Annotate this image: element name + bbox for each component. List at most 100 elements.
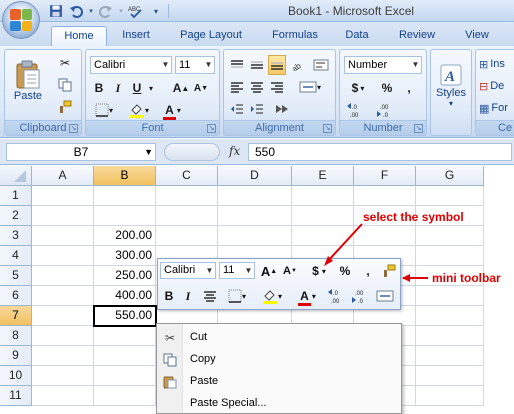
cell-b10[interactable] [94,366,156,386]
cell-e3[interactable] [292,226,354,246]
underline-dropdown-icon[interactable]: ▾ [146,78,156,98]
mini-grow-font-button[interactable]: A ▲ [260,262,278,280]
delete-cells-button[interactable]: ⊟ De [478,76,514,96]
row-header-1[interactable]: 1 [0,186,32,206]
cell-b9[interactable] [94,346,156,366]
cell-f3[interactable] [354,226,416,246]
undo-dropdown-icon[interactable]: ▾ [88,3,94,19]
cell-g9[interactable] [416,346,484,366]
decrease-indent-icon[interactable] [228,99,246,119]
tab-home[interactable]: Home [51,26,107,46]
cell-a2[interactable] [32,206,94,226]
cell-a9[interactable] [32,346,94,366]
align-right-icon[interactable] [268,77,286,97]
shrink-font-button[interactable]: A ▼ [192,78,210,98]
cell-b1[interactable] [94,186,156,206]
cell-g1[interactable] [416,186,484,206]
row-header-10[interactable]: 10 [0,366,32,386]
cell-d3[interactable] [218,226,292,246]
decrease-decimal-button[interactable]: .00.0 [374,100,400,120]
cell-a5[interactable] [32,266,94,286]
row-header-3[interactable]: 3 [0,226,32,246]
cell-c2[interactable] [156,206,218,226]
column-header-e[interactable]: E [292,166,354,186]
align-center-icon[interactable] [248,77,266,97]
cell-g10[interactable] [416,366,484,386]
cell-c1[interactable] [156,186,218,206]
cell-a6[interactable] [32,286,94,306]
cell-b2[interactable] [94,206,156,226]
cell-g11[interactable] [416,386,484,406]
row-header-8[interactable]: 8 [0,326,32,346]
column-header-b[interactable]: B [94,166,156,186]
row-header-9[interactable]: 9 [0,346,32,366]
font-size-combo[interactable]: 11 ▼ [175,56,215,74]
mini-borders-button[interactable]: ▾ [224,287,250,305]
redo-dropdown-icon[interactable]: ▾ [118,3,124,19]
paste-button[interactable]: Paste [8,54,48,108]
insert-function-icon[interactable]: fx [229,144,240,158]
cell-f1[interactable] [354,186,416,206]
alignment-dialog-launcher-icon[interactable]: ↘ [323,124,332,133]
number-format-combo[interactable]: Number ▼ [344,56,422,74]
cell-b3[interactable]: 200.00 [94,226,156,246]
mini-font-size-combo[interactable]: 11 ▼ [219,262,255,279]
mini-currency-button[interactable]: $ ▾ [306,262,332,280]
insert-cells-button[interactable]: ⊞ Ins [478,54,514,74]
font-color-button[interactable]: A ▾ [158,100,188,120]
tab-view[interactable]: View [454,26,500,46]
cell-a11[interactable] [32,386,94,406]
cell-g8[interactable] [416,326,484,346]
context-menu-paste[interactable]: Paste [157,371,401,393]
fill-color-button[interactable]: ▾ [124,100,154,120]
merge-center-button[interactable]: ▾ [290,77,330,97]
font-dialog-launcher-icon[interactable]: ↘ [207,124,216,133]
orientation-icon[interactable]: ab [290,55,308,75]
select-all-button[interactable] [0,166,32,186]
wrap-text-icon[interactable] [310,55,332,75]
cell-g7[interactable] [416,306,484,326]
cell-a7[interactable] [32,306,94,326]
bold-button[interactable]: B [90,78,108,98]
context-menu-copy[interactable]: Copy [157,349,401,371]
underline-button[interactable]: U [128,78,146,98]
cell-b5[interactable]: 250.00 [94,266,156,286]
mini-bold-button[interactable]: B [161,287,177,305]
cell-e1[interactable] [292,186,354,206]
cell-b11[interactable] [94,386,156,406]
cell-a10[interactable] [32,366,94,386]
tab-formulas[interactable]: Formulas [262,26,328,46]
mini-font-name-combo[interactable]: Calibri ▼ [160,262,216,279]
currency-button[interactable]: $ ▾ [344,78,372,98]
row-header-6[interactable]: 6 [0,286,32,306]
text-direction-icon[interactable] [270,99,294,119]
cell-c3[interactable] [156,226,218,246]
tab-page-layout[interactable]: Page Layout [170,26,252,46]
mini-format-painter-icon[interactable] [380,262,398,280]
mini-font-color-button[interactable]: A ▾ [294,287,322,306]
formula-bar-resizer[interactable] [164,143,220,161]
cell-a4[interactable] [32,246,94,266]
cell-e2[interactable] [292,206,354,226]
column-header-a[interactable]: A [32,166,94,186]
cut-icon[interactable]: ✂ [55,54,75,72]
borders-button[interactable]: ▾ [90,100,118,120]
row-header-11[interactable]: 11 [0,386,32,406]
redo-icon[interactable] [98,3,114,19]
increase-indent-icon[interactable] [248,99,266,119]
cell-g6[interactable] [416,286,484,306]
cell-d1[interactable] [218,186,292,206]
column-header-f[interactable]: F [354,166,416,186]
cell-b6[interactable]: 400.00 [94,286,156,306]
mini-comma-button[interactable]: , [361,262,375,280]
column-header-g[interactable]: G [416,166,484,186]
mini-shrink-font-button[interactable]: A ▼ [281,262,299,280]
styles-button[interactable]: A Styles ▾ [433,54,469,116]
percent-button[interactable]: % [378,78,396,98]
format-painter-icon[interactable] [55,98,75,116]
row-header-4[interactable]: 4 [0,246,32,266]
increase-decimal-button[interactable]: .0.00 [344,100,370,120]
cell-b4[interactable]: 300.00 [94,246,156,266]
mini-merge-center-icon[interactable] [374,287,396,305]
comma-button[interactable]: , [400,78,418,98]
